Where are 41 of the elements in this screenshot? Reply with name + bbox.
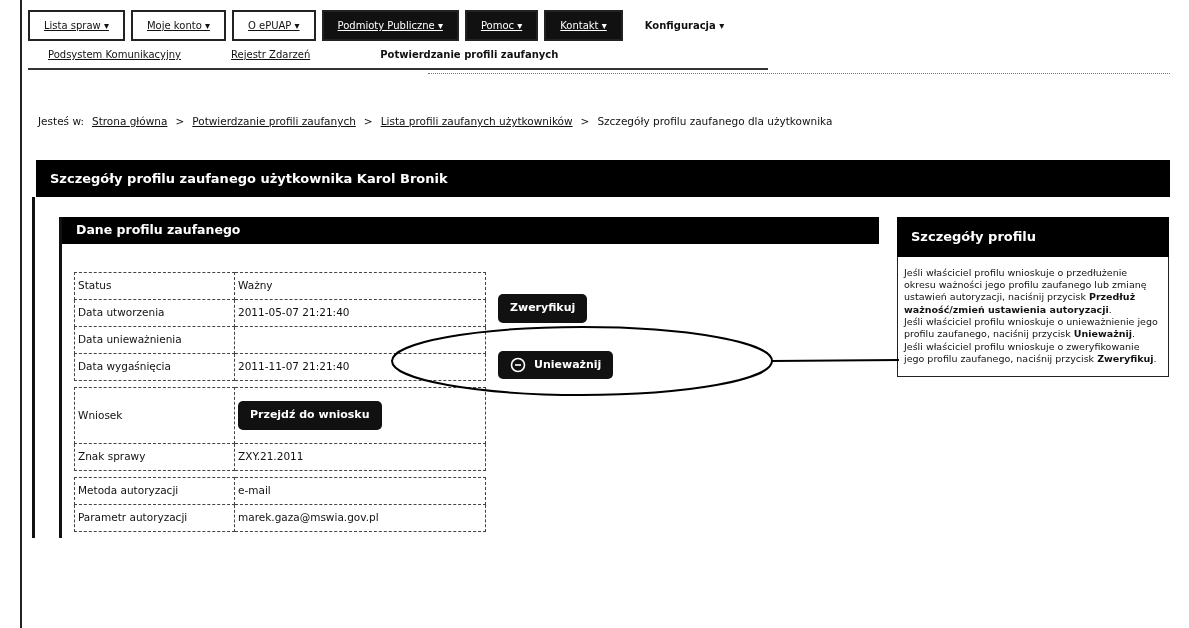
- go-to-request-button[interactable]: Przejdź do wniosku: [238, 401, 382, 430]
- circle-icon: [510, 356, 526, 373]
- page-title: Szczegóły profilu zaufanego użytkownika Karol Bronik: [36, 159, 1170, 198]
- menu-item[interactable]: Podmioty Publiczne ▾: [321, 10, 459, 41]
- table-cell: Ważny: [234, 272, 486, 300]
- menu-item[interactable]: Pomoc ▾: [464, 10, 539, 41]
- table-cell: Status: [74, 272, 235, 300]
- table-cell: marek.gaza@mswia.gov.pl: [234, 504, 486, 532]
- table-cell: Wniosek: [74, 387, 235, 444]
- side-box-title: Szczegóły profilu: [897, 217, 1169, 257]
- table-cell: 2011-05-07 21:21:40: [234, 299, 486, 327]
- breadcrumb-separator: >: [363, 114, 373, 129]
- submenu-item[interactable]: Rejestr Zdarzeń: [231, 47, 311, 62]
- menu-item[interactable]: O ePUAP ▾: [231, 10, 316, 41]
- table-cell: e-mail: [234, 477, 486, 505]
- breadcrumb-current: Szczegóły profilu zaufanego dla użytkownika: [597, 114, 833, 129]
- table-cell: Data unieważnienia: [74, 326, 235, 354]
- breadcrumb-link[interactable]: Potwierdzanie profili zaufanych: [192, 114, 356, 130]
- menu-item[interactable]: Kontakt ▾: [544, 10, 623, 41]
- table-cell: Data wygaśnięcia: [74, 353, 235, 381]
- breadcrumb-link[interactable]: Strona główna: [91, 114, 168, 130]
- breadcrumb-separator: >: [580, 114, 590, 129]
- breadcrumb-label: Jesteś w:: [38, 114, 84, 129]
- table-cell: Znak sprawy: [74, 443, 235, 471]
- table-cell: Parametr autoryzacji: [74, 504, 235, 532]
- menu-item[interactable]: Lista spraw ▾: [28, 10, 125, 41]
- menu-item[interactable]: Moje konto ▾: [130, 10, 226, 41]
- table-cell: Metoda autoryzacji: [74, 477, 235, 505]
- help-paragraph: Jeśli właściciel profilu wnioskuje o przedłużenie okresu ważności jego profilu zaufanego lub zmianę ustawień autoryzacji, naciśnij przycisk Przedłuż ważność/zmień ustawienia autoryzacji.: [904, 266, 1148, 317]
- submenu-item[interactable]: Potwierdzanie profili zaufanych: [380, 47, 559, 62]
- action-button[interactable]: Zweryfikuj: [498, 294, 588, 323]
- panel-title: Dane profilu zaufanego: [62, 217, 879, 244]
- breadcrumb-separator: >: [175, 114, 185, 129]
- submenu-item[interactable]: Podsystem Komunikacyjny: [48, 47, 182, 62]
- breadcrumb-link[interactable]: Lista profili zaufanych użytkowników: [380, 114, 573, 130]
- table-cell: 2011-11-07 21:21:40: [234, 353, 486, 381]
- table-cell: ZXY.21.2011: [234, 443, 486, 471]
- action-button[interactable]: Unieważnij: [498, 350, 614, 379]
- help-paragraph: Jeśli właściciel profilu wnioskuje o unieważnienie jego profilu zaufanego, naciśnij przycisk Unieważnij.: [904, 316, 1159, 341]
- help-paragraph: Jeśli właściciel profilu wnioskuje o zweryfikowanie jego profilu zaufanego, naciśnij przycisk Zweryfikuj.: [904, 340, 1158, 366]
- table-cell: Data utworzenia: [74, 299, 235, 327]
